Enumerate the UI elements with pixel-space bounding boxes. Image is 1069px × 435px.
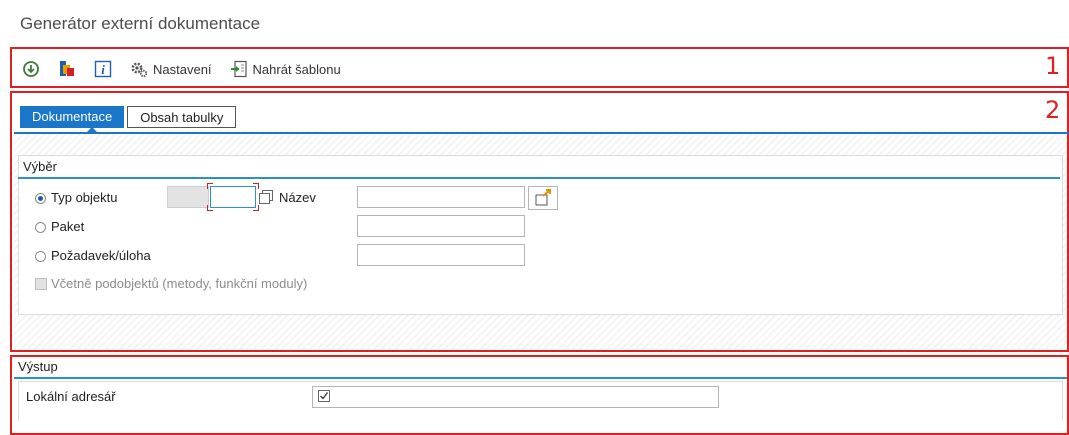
local-dir-label: Lokální adresář <box>26 389 116 404</box>
tab-strip: Dokumentace Obsah tabulky <box>20 106 237 128</box>
name-label: Název <box>279 190 316 205</box>
settings-label: Nastavení <box>153 61 212 77</box>
settings-button[interactable]: Nastavení <box>130 60 212 78</box>
name-input[interactable] <box>357 186 525 208</box>
gear-icon <box>130 60 148 78</box>
include-subobjects-label: Včetně podobjektů (metody, funkční modul… <box>51 276 308 291</box>
info-icon[interactable]: i <box>94 60 112 78</box>
tab-underline <box>14 132 1069 134</box>
local-dir-checkbox[interactable] <box>318 390 330 402</box>
open-folder-icon <box>535 189 551 206</box>
request-input[interactable] <box>357 244 525 266</box>
toolbar: i Nastavení Nahrát šablonu <box>22 58 341 80</box>
upload-template-button[interactable]: Nahrát šablonu <box>230 60 341 78</box>
selection-group <box>18 155 1063 315</box>
package-label: Paket <box>51 219 85 234</box>
include-subobjects-checkbox[interactable] <box>35 278 47 290</box>
execute-icon[interactable] <box>22 60 40 78</box>
tab-obsah-tabulky[interactable]: Obsah tabulky <box>127 106 237 128</box>
request-label: Požadavek/úloha <box>51 248 151 263</box>
upload-icon <box>230 60 248 78</box>
selection-group-line <box>18 177 1060 179</box>
input-focus-corners <box>206 182 260 212</box>
output-group-line <box>14 377 1067 379</box>
radio-object-type[interactable] <box>35 193 46 204</box>
svg-text:i: i <box>101 62 105 77</box>
object-type-readonly-field <box>167 186 209 208</box>
tab-pointer <box>86 127 98 133</box>
checkmark-icon <box>318 390 330 402</box>
output-group-title: Výstup <box>18 359 58 374</box>
annotation-label-2: 2 <box>1045 96 1061 124</box>
package-input[interactable] <box>357 215 525 237</box>
open-folder-button[interactable] <box>528 186 558 210</box>
window-title: Generátor externí dokumentace <box>20 14 261 33</box>
radio-request[interactable] <box>35 251 46 262</box>
upload-template-label: Nahrát šablonu <box>252 61 341 77</box>
object-type-label: Typ objektu <box>51 190 118 205</box>
local-dir-field[interactable] <box>312 386 719 408</box>
annotation-label-1: 1 <box>1045 52 1061 80</box>
value-help-icon[interactable] <box>259 190 273 204</box>
tab-dokumentace[interactable]: Dokumentace <box>20 106 125 128</box>
radio-package[interactable] <box>35 222 46 233</box>
selection-group-title: Výběr <box>23 159 57 174</box>
overview-icon[interactable] <box>58 60 76 78</box>
